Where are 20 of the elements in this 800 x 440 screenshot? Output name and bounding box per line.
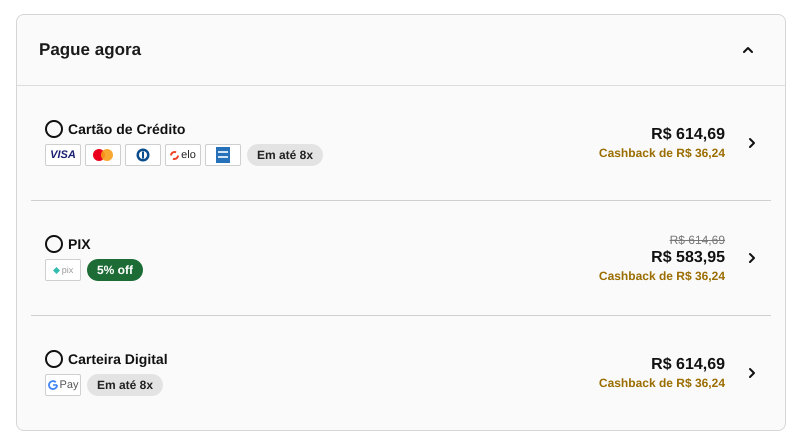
- price: R$ 583,95: [651, 249, 725, 267]
- google-pay-logo: Pay: [45, 374, 81, 396]
- payment-method-radio[interactable]: Carteira Digital: [45, 350, 599, 368]
- price: R$ 614,69: [651, 356, 725, 374]
- cashback-text: Cashback de R$ 36,24: [598, 146, 725, 160]
- diners-logo: [125, 144, 161, 166]
- original-price: R$ 614,69: [670, 233, 725, 247]
- mastercard-logo: [85, 144, 121, 166]
- pix-logo: pix: [45, 259, 81, 281]
- installments-badge: Em até 8x: [87, 374, 164, 396]
- price: R$ 614,69: [651, 126, 725, 144]
- discount-badge: 5% off: [87, 259, 143, 281]
- elo-logo: elo: [165, 144, 201, 166]
- cashback-text: Cashback de R$ 36,24: [598, 269, 725, 283]
- panel-title: Pague agora: [39, 40, 142, 60]
- installments-badge: Em até 8x: [247, 144, 324, 166]
- cashback-text: Cashback de R$ 36,24: [598, 376, 725, 390]
- payment-method-radio[interactable]: PIX: [45, 235, 599, 253]
- payment-method-radio[interactable]: Cartão de Crédito: [45, 120, 599, 138]
- visa-logo: VISA: [45, 144, 81, 166]
